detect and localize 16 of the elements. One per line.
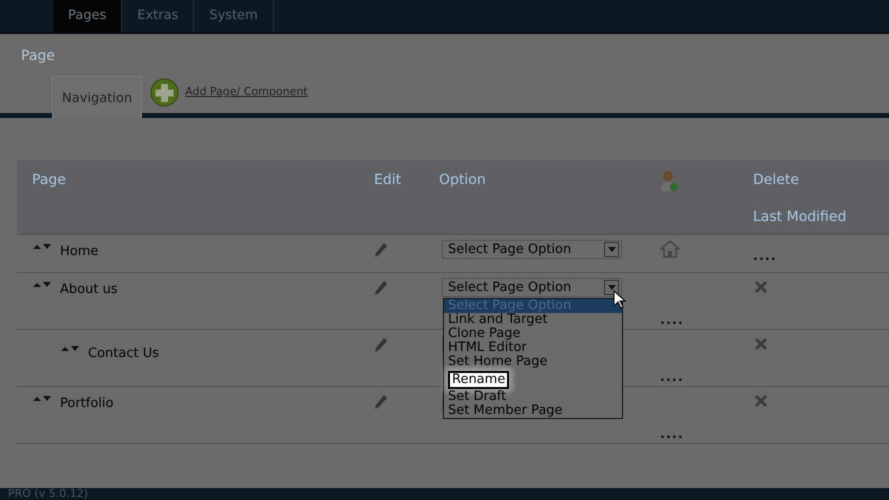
column-header: Delete	[753, 171, 800, 190]
column-header: Option	[439, 172, 486, 188]
column-header: Edit	[374, 172, 402, 188]
page-name: Contact Us	[88, 345, 159, 363]
last-modified: ....	[753, 248, 778, 266]
last-modified: ....	[660, 426, 685, 444]
column-header: Last Modified	[753, 208, 848, 227]
last-modified: ....	[660, 312, 685, 330]
status-bar-text: PRO (v 5.0.12)	[0, 488, 889, 500]
page-name: Home	[60, 243, 98, 261]
rename-callout: Rename	[448, 371, 510, 389]
page-name: About us	[60, 281, 118, 299]
page-name: Portfolio	[60, 395, 114, 413]
column-header: Page	[32, 172, 66, 188]
last-modified: ....	[660, 369, 685, 387]
breadcrumb: Page	[20, 47, 56, 66]
